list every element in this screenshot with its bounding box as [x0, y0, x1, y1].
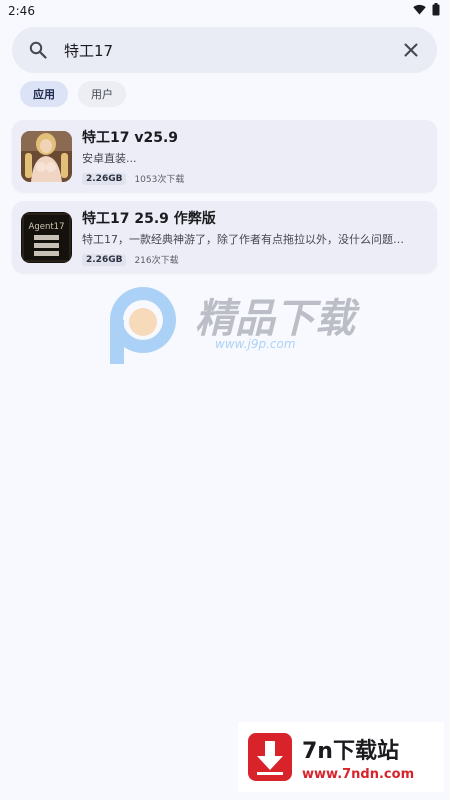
filter-chip-apps[interactable]: 应用 [20, 81, 68, 107]
result-info: 特工17 v25.9 安卓直装... 2.26GB 1053次下载 [82, 127, 423, 185]
result-meta: 2.26GB 216次下载 [82, 253, 423, 266]
search-bar [12, 27, 437, 73]
watermark-name: 精品下载 [195, 296, 360, 342]
result-info: 特工17 25.9 作弊版 特工17，一款经典神游了，除了作者有点拖拉以外，没什… [82, 208, 423, 266]
result-meta: 2.26GB 1053次下载 [82, 172, 423, 185]
status-icons [413, 3, 440, 19]
close-icon [404, 43, 418, 57]
watermark-corner: 7n下载站 www.7ndn.com [238, 722, 444, 792]
watermark-corner-text: 7n下载站 www.7ndn.com [302, 733, 414, 782]
wifi-icon [413, 4, 426, 18]
download-arrow-icon [248, 733, 292, 781]
watermark-corner-name: 7n下载站 [302, 738, 399, 764]
result-downloads: 216次下载 [134, 256, 179, 266]
search-icon[interactable] [28, 40, 48, 60]
watermark-url: www.j9p.com [215, 337, 296, 351]
result-card[interactable]: 特工17 v25.9 安卓直装... 2.26GB 1053次下载 [12, 120, 437, 192]
battery-icon [432, 3, 440, 19]
filter-tabs: 应用 用户 [20, 81, 126, 107]
result-size: 2.26GB [82, 172, 127, 185]
result-description: 安卓直装... [82, 152, 137, 165]
watermark-corner-url: www.7ndn.com [302, 766, 415, 782]
result-size: 2.26GB [82, 253, 127, 266]
status-bar: 2:46 [0, 0, 450, 22]
result-description: 特工17，一款经典神游了，除了作者有点拖拉以外，没什么问题，我知道... [82, 233, 412, 246]
app-icon: Agent17 [21, 211, 72, 263]
search-input[interactable] [64, 41, 399, 59]
result-title: 特工17 v25.9 [82, 130, 179, 146]
filter-chip-users[interactable]: 用户 [78, 81, 126, 107]
clear-search-button[interactable] [399, 38, 423, 62]
app-icon-label: Agent17 [29, 222, 65, 232]
app-icon [21, 130, 72, 182]
watermark-logo: 精品下载 www.j9p.com [105, 282, 365, 367]
result-card[interactable]: Agent17 特工17 25.9 作弊版 特工17，一款经典神游了，除了作者有… [12, 201, 437, 273]
result-title: 特工17 25.9 作弊版 [82, 211, 216, 227]
result-downloads: 1053次下载 [134, 175, 185, 185]
status-time: 2:46 [8, 4, 35, 18]
